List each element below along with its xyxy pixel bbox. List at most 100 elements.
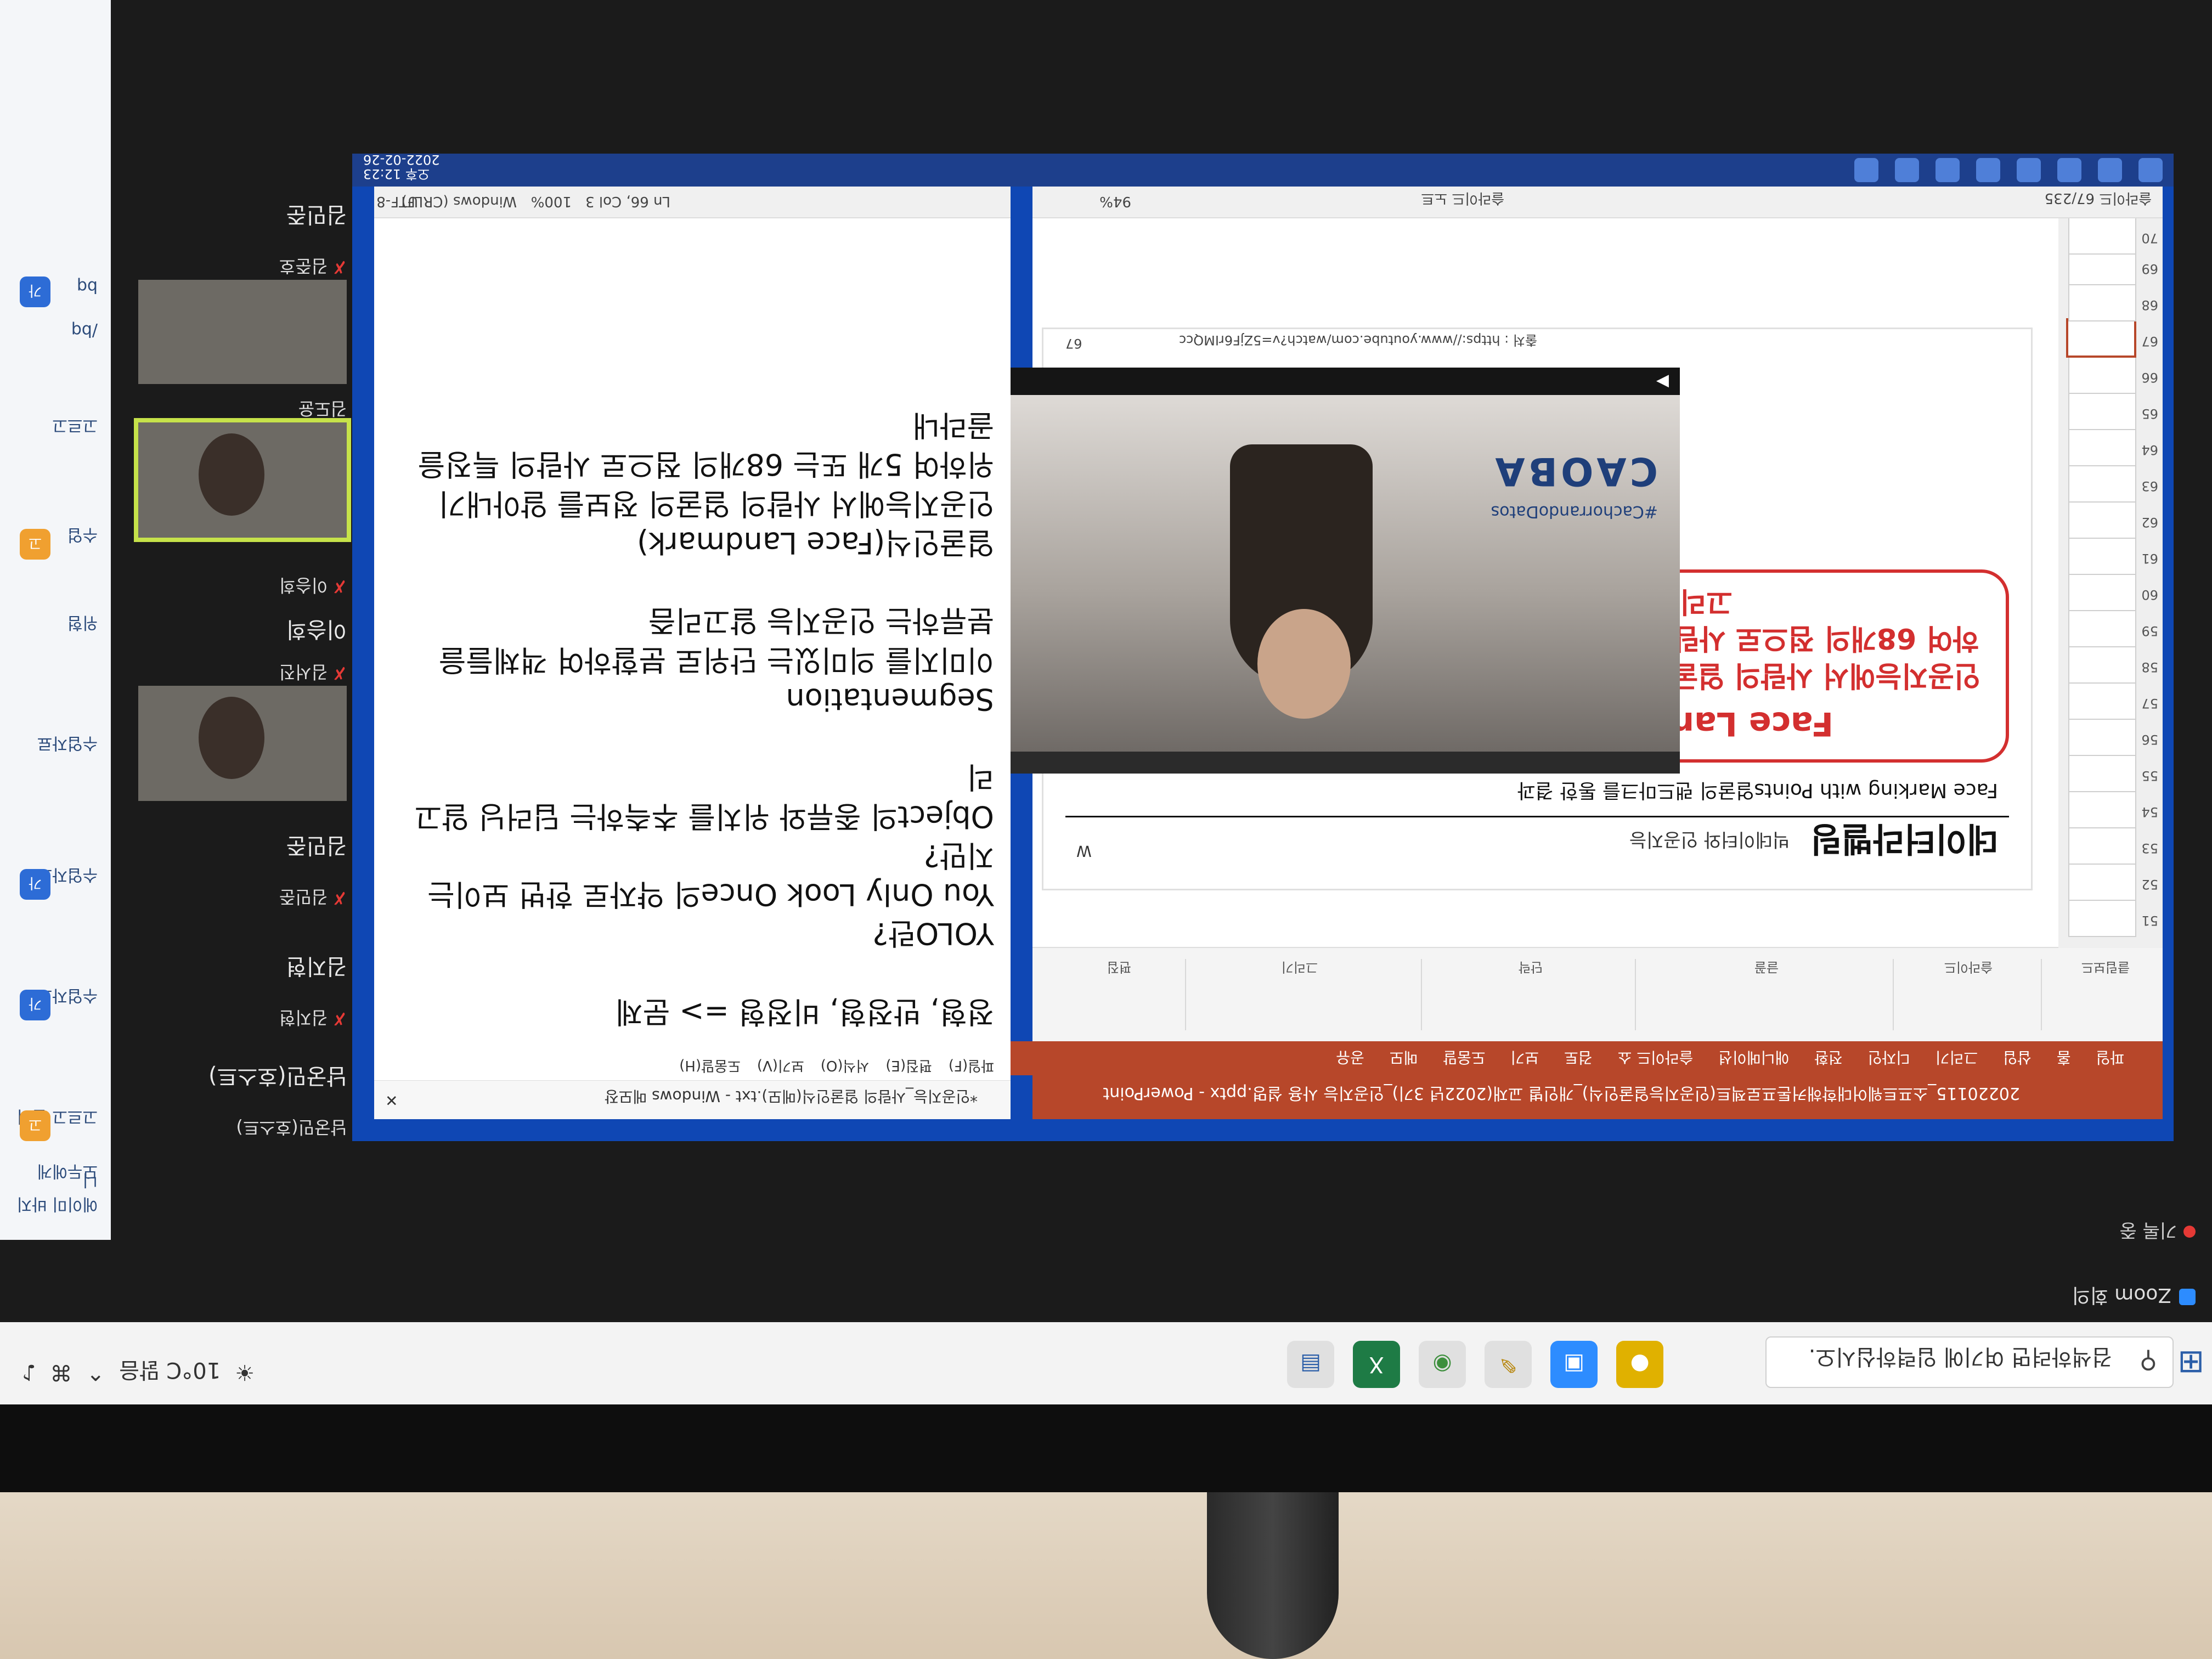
menu-file[interactable]: 파일(F)	[949, 1057, 994, 1077]
slide-thumbnail[interactable]	[2068, 465, 2136, 503]
participant-tile[interactable]: 남궁민(호스트) 남궁민(호스트)	[138, 1062, 347, 1141]
tab-transitions[interactable]: 전환	[1814, 1047, 1843, 1069]
tab-insert[interactable]: 삽입	[2003, 1047, 2032, 1069]
pencil-icon[interactable]: ✎	[1485, 1341, 1532, 1388]
participant-label: 김도윤	[138, 397, 347, 422]
app-icon	[2057, 158, 2081, 182]
tab-animations[interactable]: 애니메이션	[1718, 1047, 1789, 1069]
participant-tile[interactable]: 이승희 ✗ 이승희	[138, 574, 347, 647]
slide-thumbnail[interactable]	[2068, 393, 2136, 430]
participant-name: 김지현	[279, 1007, 328, 1028]
slide-thumbnail[interactable]	[2068, 864, 2136, 901]
ribbon-group-font[interactable]: 글꼴	[1635, 959, 1888, 1030]
ribbon-group-label: 글꼴	[1754, 960, 1779, 975]
network-icon[interactable]: ⌘	[50, 1359, 72, 1385]
ribbon-group-slides[interactable]: 슬라이드	[1893, 959, 2036, 1030]
thumbnail-number: 59	[2141, 623, 2158, 639]
slide-thumbnail[interactable]	[2068, 357, 2136, 394]
chat-item[interactable]: /bq	[15, 321, 98, 340]
mic-off-icon: ✗	[332, 663, 347, 684]
thumbnail-number: 66	[2141, 370, 2158, 385]
tab-view[interactable]: 보기	[1511, 1047, 1539, 1069]
recording-label: 기록 중	[2119, 1219, 2177, 1241]
thumbnail-number: 54	[2141, 804, 2158, 820]
slide-thumbnail[interactable]	[2068, 900, 2136, 937]
thumbnail-number: 64	[2141, 442, 2158, 458]
menu-edit[interactable]: 편집(E)	[885, 1057, 932, 1077]
ppt-zoom-level[interactable]: 94%	[1099, 193, 1131, 210]
thumbnail-number: 57	[2141, 696, 2158, 711]
slide-thumbnail[interactable]	[2068, 217, 2136, 255]
tab-file[interactable]: 파일	[2096, 1047, 2124, 1069]
tab-slideshow[interactable]: 슬라이드 쇼	[1618, 1047, 1694, 1069]
slide-thumbnail[interactable]	[2068, 429, 2136, 466]
cursor-position: Ln 66, Col 3	[585, 193, 670, 210]
thumbnail-number: 52	[2141, 877, 2158, 892]
monitor-screen: ⊞ ⚲ 검색하려면 여기에 입력하십시오. ● ▣ ✎ ◉ X ▤ ☀ 10°C…	[0, 0, 2212, 1404]
chat-item[interactable]: 모두에게	[15, 1161, 98, 1185]
notepad-text-area[interactable]: 정형, 반정형, 비정형 => 문제 YOLO란? You Only Look …	[402, 406, 994, 1031]
app-icon	[2017, 158, 2041, 182]
video-controls[interactable]: ▶	[945, 368, 1680, 395]
shared-taskbar-icons	[1854, 158, 2163, 182]
ribbon-group-paragraph[interactable]: 단락	[1421, 959, 1630, 1030]
chat-item[interactable]: 위험	[15, 612, 98, 636]
slide-divider	[1065, 816, 2009, 817]
slide-thumbnail[interactable]	[2068, 538, 2136, 575]
participant-tile-active[interactable]: 김도윤	[134, 397, 351, 542]
taskbar-search-box[interactable]: ⚲ 검색하려면 여기에 입력하십시오.	[1765, 1336, 2174, 1388]
current-slide[interactable]: 데이터라벨링 빅데이터와 인공지능 W Face Marking with Po…	[945, 329, 2031, 889]
tab-design[interactable]: 디자인	[1868, 1047, 1910, 1069]
slide-thumbnail[interactable]	[2068, 682, 2136, 720]
ribbon-group-clipboard[interactable]: 클립보드	[2041, 959, 2152, 1030]
participant-display-name: 김지현	[286, 953, 347, 979]
record-icon	[2183, 1226, 2196, 1238]
slide-thumbnail-selected[interactable]	[2066, 318, 2136, 358]
slide-thumbnail[interactable]	[2068, 791, 2136, 828]
tab-help[interactable]: 도움말	[1443, 1047, 1485, 1069]
clock-date: 2022-02-26	[363, 154, 440, 167]
participant-tile[interactable]: ✗ 김서진	[138, 661, 347, 801]
zoom-icon[interactable]: ▣	[1550, 1341, 1598, 1388]
notes-button[interactable]: 슬라이드 노트	[1421, 189, 1504, 210]
close-icon[interactable]: ✕	[385, 1091, 398, 1109]
windows-start-icon[interactable]: ⊞	[2177, 1344, 2204, 1381]
chat-item[interactable]: 고르고	[15, 415, 98, 439]
kakaotalk-icon[interactable]: ●	[1616, 1341, 1663, 1388]
participant-display-name: 이승희	[286, 617, 347, 642]
ppt-ribbon-tabs: 파일 홈 삽입 그리기 디자인 전환 애니메이션 슬라이드 쇼 검토 보기 도움…	[994, 1041, 2163, 1075]
comment-button[interactable]: 메모	[1390, 1047, 1418, 1069]
slide-thumbnail[interactable]	[2068, 284, 2136, 321]
participant-display-name: 김민준	[286, 833, 347, 858]
play-icon[interactable]: ▶	[1656, 373, 1669, 392]
slide-thumbnail[interactable]	[2068, 574, 2136, 611]
slide-thumbnail[interactable]	[2068, 501, 2136, 539]
slide-thumbnail[interactable]	[2068, 719, 2136, 756]
participant-name: 김도윤	[298, 398, 347, 419]
share-button[interactable]: 공유	[1336, 1047, 1364, 1069]
slide-thumbnail[interactable]	[2068, 755, 2136, 792]
menu-format[interactable]: 서식(O)	[821, 1057, 870, 1077]
chrome-icon[interactable]: ◉	[1419, 1341, 1466, 1388]
notes-icon[interactable]: ▤	[1287, 1341, 1334, 1388]
tab-review[interactable]: 검토	[1564, 1047, 1593, 1069]
participant-tile[interactable]: ✗ 김민준 김민준	[138, 832, 347, 911]
ribbon-group-editing[interactable]: 편집	[1049, 959, 1181, 1030]
volume-icon[interactable]: ♪	[22, 1359, 36, 1385]
participant-tile[interactable]: ✗ 김지현 김지현	[138, 952, 347, 1031]
slide-thumbnail[interactable]	[2068, 610, 2136, 647]
chevron-up-icon[interactable]: ⌃	[87, 1359, 105, 1385]
embedded-video[interactable]: #CachorrandoDatos CAOBA ▶	[945, 368, 1680, 774]
excel-icon[interactable]: X	[1353, 1341, 1400, 1388]
slide-thumbnail[interactable]	[2068, 827, 2136, 865]
thumbnail-number: 56	[2141, 732, 2158, 747]
slide-thumbnail[interactable]	[2068, 646, 2136, 684]
participant-tile[interactable]: ✗ 김준호 김민준	[138, 201, 347, 384]
chat-item[interactable]: 수업자료	[15, 733, 98, 757]
menu-help[interactable]: 도움말(H)	[679, 1057, 741, 1077]
tab-draw[interactable]: 그리기	[1936, 1047, 1978, 1069]
ribbon-group-drawing[interactable]: 그리기	[1185, 959, 1417, 1030]
participant-face	[199, 433, 264, 516]
menu-view[interactable]: 보기(V)	[757, 1057, 804, 1077]
tab-home[interactable]: 홈	[2057, 1047, 2071, 1069]
